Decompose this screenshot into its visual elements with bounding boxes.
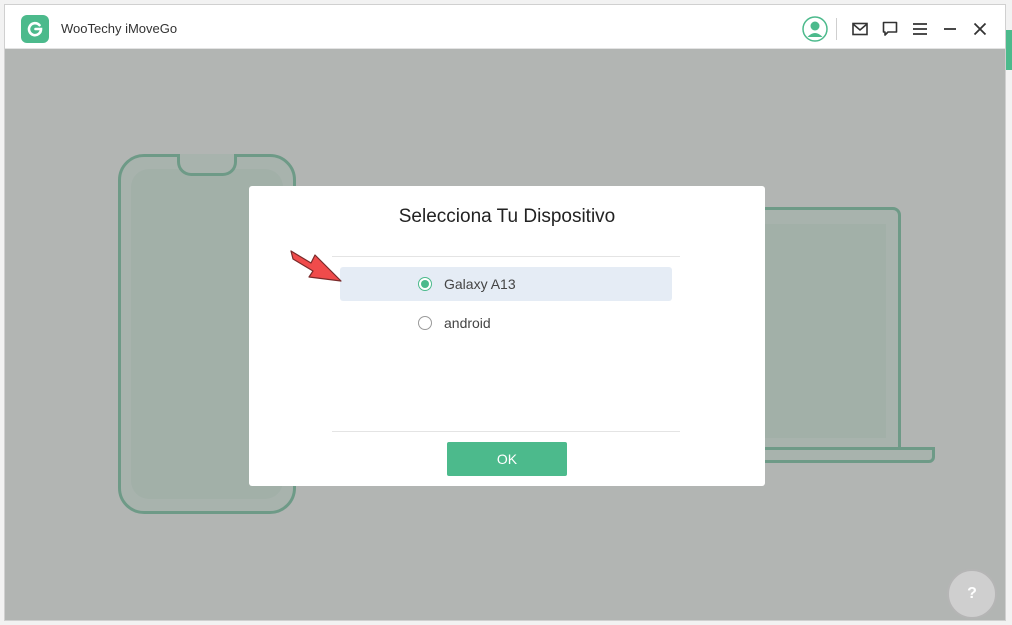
device-option-label: Galaxy A13 [444,276,516,292]
close-icon[interactable] [965,15,995,43]
user-icon[interactable] [800,15,830,43]
red-arrow-icon [290,250,342,282]
app-title: WooTechy iMoveGo [61,21,178,36]
dialog-bottom-divider [332,431,680,432]
mail-icon[interactable] [845,15,875,43]
feedback-icon[interactable] [875,15,905,43]
menu-icon[interactable] [905,15,935,43]
app-window: WooTechy iMoveGo Selecciona Tu Dispositi… [4,4,1006,621]
dialog-title: Selecciona Tu Dispositivo [398,206,616,227]
radio-selected-icon[interactable] [418,277,432,291]
dialog-top-divider [332,256,680,257]
app-logo-icon [21,15,49,43]
device-option-label: android [444,315,491,331]
title-bar: WooTechy iMoveGo [5,5,1005,49]
minimize-icon[interactable] [935,15,965,43]
radio-unselected-icon[interactable] [418,316,432,330]
select-device-dialog: Selecciona Tu Dispositivo Galaxy A13 and… [249,186,765,486]
watermark-logo-icon: ? [947,569,997,619]
device-option-android[interactable]: android [340,306,672,340]
device-option-galaxy-a13[interactable]: Galaxy A13 [340,267,672,301]
ok-button[interactable]: OK [447,442,567,476]
background-window-edge [1006,30,1012,70]
titlebar-separator [836,18,837,40]
